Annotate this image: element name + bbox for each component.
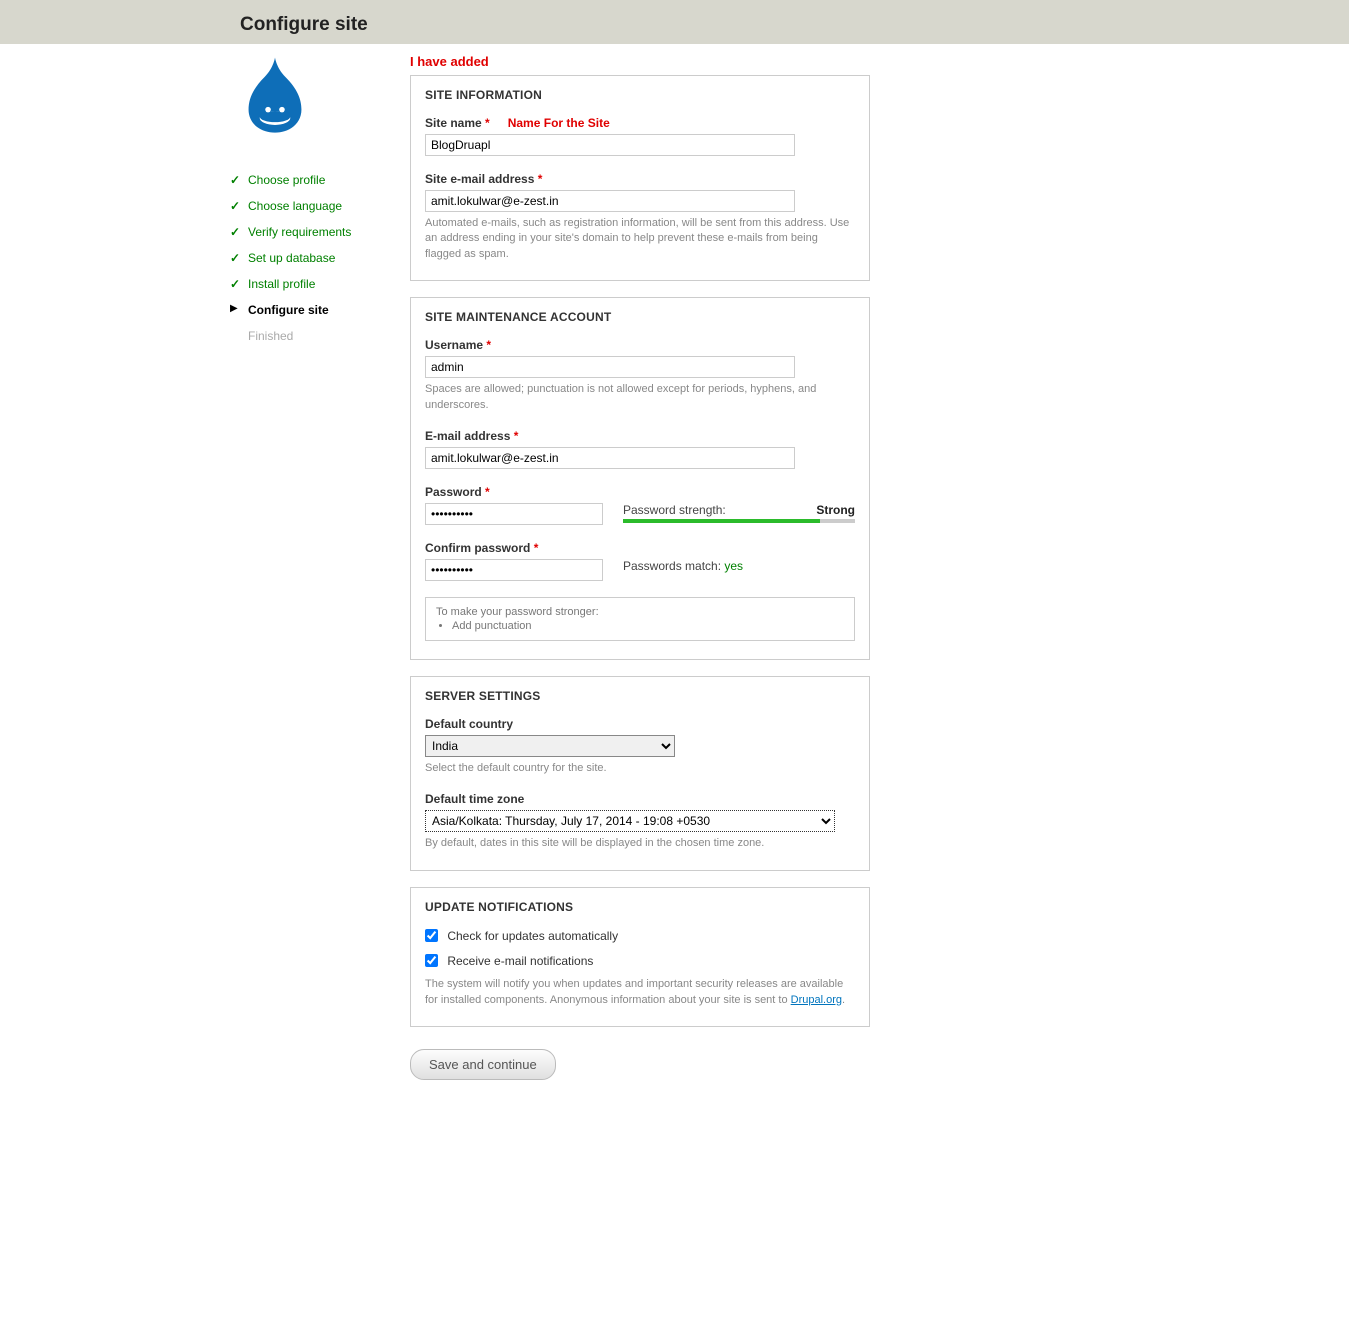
default-timezone-select[interactable]: Asia/Kolkata: Thursday, July 17, 2014 - … <box>425 810 835 832</box>
label-receive-email[interactable]: Receive e-mail notifications <box>447 953 593 967</box>
desc-default-timezone: By default, dates in this site will be d… <box>425 836 855 851</box>
step-set-up-database: ✓Set up database <box>230 245 400 271</box>
label-password: Password * <box>425 485 855 499</box>
desc-username: Spaces are allowed; punctuation is not a… <box>425 382 855 413</box>
password-match-indicator: Passwords match: yes <box>623 559 743 573</box>
step-install-profile: ✓Install profile <box>230 271 400 297</box>
check-icon: ✓ <box>230 251 240 265</box>
step-choose-language: ✓Choose language <box>230 193 400 219</box>
email-input[interactable] <box>425 447 795 469</box>
arrow-right-icon: ▶ <box>230 303 238 314</box>
check-updates-checkbox[interactable] <box>425 929 438 942</box>
drupal-logo-icon <box>240 54 400 137</box>
label-email: E-mail address * <box>425 429 855 443</box>
check-icon: ✓ <box>230 173 240 187</box>
field-site-email: Site e-mail address * Automated e-mails,… <box>425 172 855 262</box>
field-default-country: Default country India Select the default… <box>425 717 855 776</box>
sidebar: ✓Choose profile ✓Choose language ✓Verify… <box>230 44 400 1110</box>
username-input[interactable] <box>425 356 795 378</box>
label-confirm-password: Confirm password * <box>425 541 855 555</box>
field-receive-email: Receive e-mail notifications <box>425 953 855 968</box>
confirm-password-input[interactable] <box>425 559 603 581</box>
password-input[interactable] <box>425 503 603 525</box>
receive-email-checkbox[interactable] <box>425 954 438 967</box>
step-configure-site: ▶Configure site <box>230 297 400 323</box>
legend-maintenance: SITE MAINTENANCE ACCOUNT <box>425 310 855 324</box>
check-icon: ✓ <box>230 225 240 239</box>
password-tips: To make your password stronger: Add punc… <box>425 597 855 641</box>
field-email: E-mail address * <box>425 429 855 469</box>
fieldset-update-notifications: UPDATE NOTIFICATIONS Check for updates a… <box>410 887 870 1027</box>
label-site-email: Site e-mail address * <box>425 172 855 186</box>
site-name-input[interactable] <box>425 134 795 156</box>
field-check-updates: Check for updates automatically <box>425 928 855 943</box>
step-choose-profile: ✓Choose profile <box>230 167 400 193</box>
annotation-site-name: Name For the Site <box>508 116 610 130</box>
desc-default-country: Select the default country for the site. <box>425 761 855 776</box>
password-strength-meter: Password strength: Strong <box>623 503 855 523</box>
save-and-continue-button[interactable]: Save and continue <box>410 1049 556 1080</box>
fieldset-maintenance-account: SITE MAINTENANCE ACCOUNT Username * Spac… <box>410 297 870 660</box>
step-finished: Finished <box>230 323 400 349</box>
label-default-country: Default country <box>425 717 855 731</box>
check-icon: ✓ <box>230 277 240 291</box>
step-verify-requirements: ✓Verify requirements <box>230 219 400 245</box>
label-site-name: Site name *Name For the Site <box>425 116 855 130</box>
field-site-name: Site name *Name For the Site <box>425 116 855 156</box>
default-country-select[interactable]: India <box>425 735 675 757</box>
annotation-top: I have added <box>410 54 870 69</box>
check-icon: ✓ <box>230 199 240 213</box>
page-title: Configure site <box>240 14 1349 36</box>
install-steps: ✓Choose profile ✓Choose language ✓Verify… <box>230 167 400 349</box>
legend-server: SERVER SETTINGS <box>425 689 855 703</box>
site-email-input[interactable] <box>425 190 795 212</box>
fieldset-server-settings: SERVER SETTINGS Default country India Se… <box>410 676 870 871</box>
field-password: Password * Password strength: Strong <box>425 485 855 525</box>
field-default-timezone: Default time zone Asia/Kolkata: Thursday… <box>425 792 855 851</box>
fieldset-site-information: SITE INFORMATION Site name *Name For the… <box>410 75 870 281</box>
drupal-org-link[interactable]: Drupal.org <box>791 994 842 1006</box>
main-form: I have added SITE INFORMATION Site name … <box>400 44 870 1110</box>
page-header: Configure site <box>0 0 1349 44</box>
label-default-timezone: Default time zone <box>425 792 855 806</box>
label-check-updates[interactable]: Check for updates automatically <box>447 929 618 943</box>
desc-updates: The system will notify you when updates … <box>425 977 855 1008</box>
field-confirm-password: Confirm password * Passwords match: yes <box>425 541 855 581</box>
legend-site-information: SITE INFORMATION <box>425 88 855 102</box>
legend-updates: UPDATE NOTIFICATIONS <box>425 900 855 914</box>
field-username: Username * Spaces are allowed; punctuati… <box>425 338 855 413</box>
desc-site-email: Automated e-mails, such as registration … <box>425 216 855 262</box>
label-username: Username * <box>425 338 855 352</box>
